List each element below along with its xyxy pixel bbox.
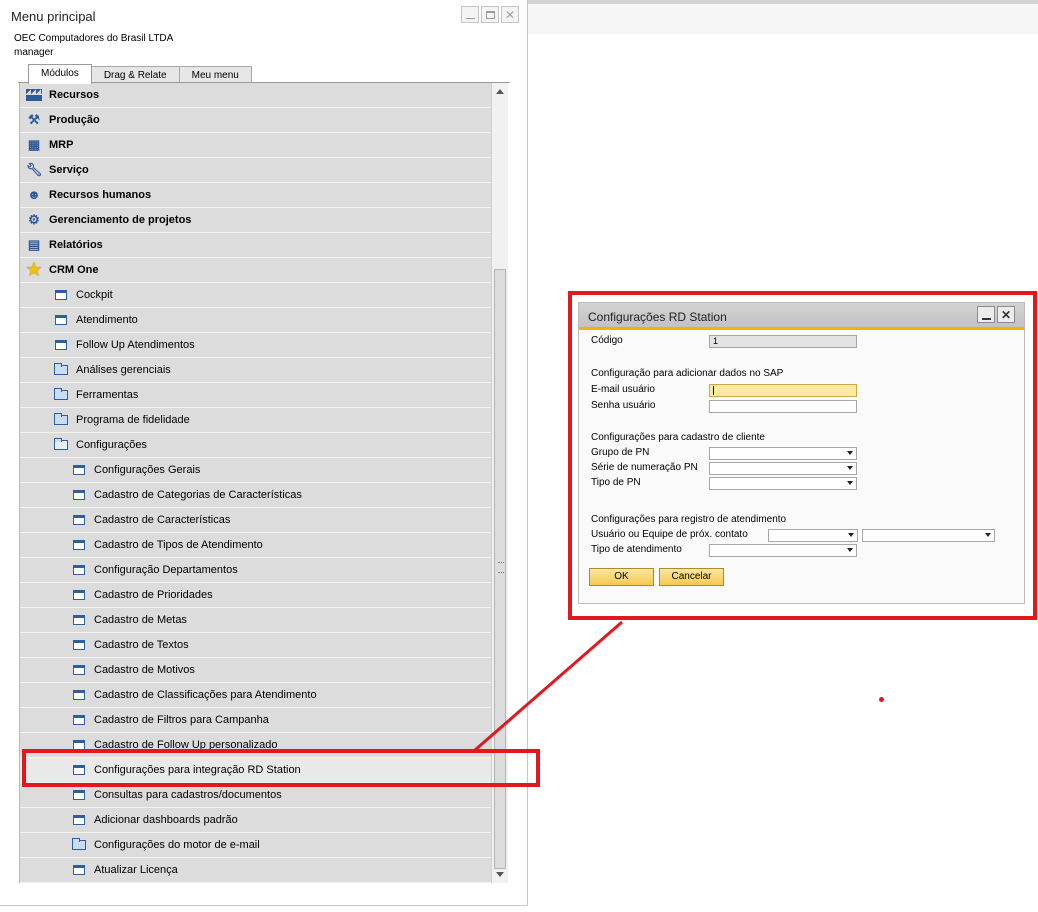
connector-line <box>474 620 623 752</box>
tab-modulos[interactable]: Módulos <box>28 64 92 84</box>
red-dot <box>879 697 884 702</box>
connector-arrow <box>474 620 623 752</box>
